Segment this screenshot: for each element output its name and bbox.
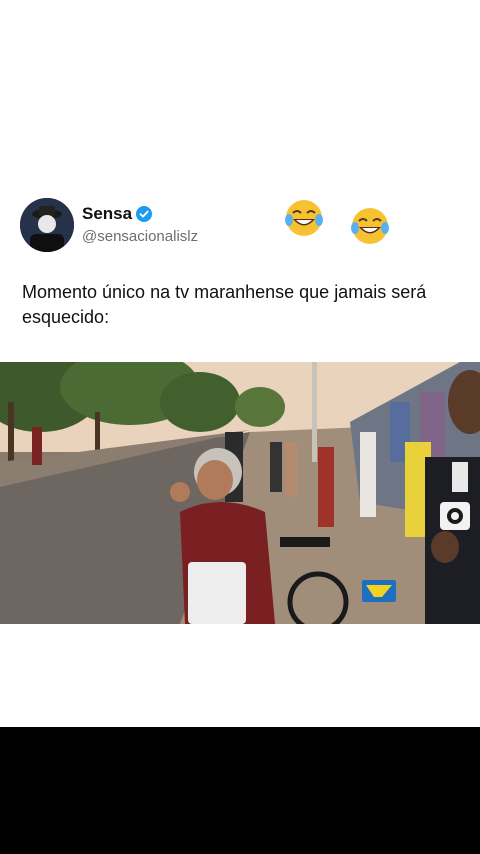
bottom-bar xyxy=(0,727,480,854)
video-frame[interactable] xyxy=(0,362,480,624)
laughing-crying-emoji-icon xyxy=(351,208,389,244)
tv-channel-logo-icon xyxy=(362,580,396,602)
author-avatar[interactable] xyxy=(20,198,74,252)
author-handle[interactable]: @sensacionalislz xyxy=(82,228,198,245)
street-scene-image xyxy=(0,362,480,624)
post-header: Sensa @sensacionalislz xyxy=(20,198,460,254)
author-name[interactable]: Sensa xyxy=(82,204,132,224)
laughing-crying-emoji-icon xyxy=(285,200,323,236)
post-caption: Momento único na tv maranhense que jamai… xyxy=(22,282,427,327)
verified-badge-icon xyxy=(136,206,153,222)
